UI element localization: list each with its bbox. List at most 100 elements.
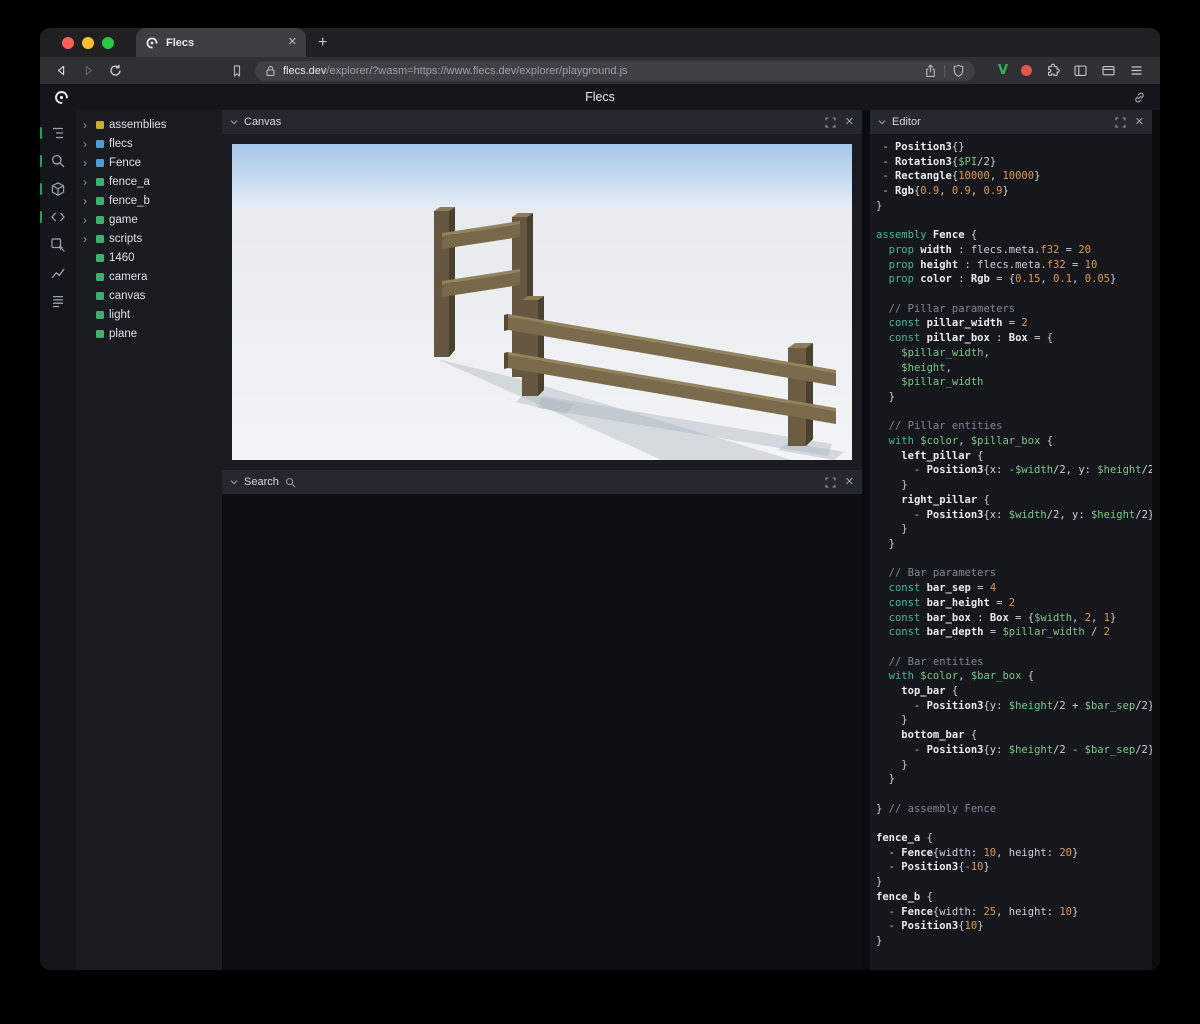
tree-item-assemblies[interactable]: › assemblies bbox=[76, 115, 222, 134]
expand-chevron-icon[interactable]: › bbox=[83, 233, 91, 245]
code-line: // Pillar entities bbox=[888, 420, 1003, 433]
code-line: } bbox=[876, 537, 895, 550]
code-line: } bbox=[876, 758, 908, 771]
search-expand-icon[interactable] bbox=[825, 476, 836, 488]
brave-shields-icon[interactable] bbox=[952, 64, 965, 78]
tree-item-plane[interactable]: ›plane bbox=[76, 324, 222, 343]
new-tab-button[interactable]: + bbox=[318, 34, 327, 51]
app-header: Flecs bbox=[40, 84, 1160, 110]
entity-tree: › assemblies › flecs › Fence › fence_a › fence_b ›… bbox=[76, 110, 222, 970]
forward-button-icon[interactable] bbox=[79, 62, 97, 80]
expand-chevron-icon[interactable]: › bbox=[83, 157, 91, 169]
code-line: - Rotation3{$PI/2} bbox=[876, 155, 997, 168]
tree-item-Fence[interactable]: › Fence bbox=[76, 153, 222, 172]
code-line: } bbox=[876, 199, 883, 212]
tree-item-light[interactable]: ›light bbox=[76, 305, 222, 324]
panel-gap bbox=[862, 110, 870, 970]
editor-expand-icon[interactable] bbox=[1115, 116, 1126, 128]
active-panel-marker bbox=[40, 155, 42, 167]
code-line: } bbox=[876, 714, 908, 727]
code-line: prop width : flecs.meta.f32 = 20 bbox=[888, 243, 1091, 256]
code-line: - Position3{-10} bbox=[876, 861, 990, 874]
code-icon[interactable] bbox=[40, 204, 76, 230]
tree-item-1460[interactable]: ›1460 bbox=[76, 248, 222, 267]
canvas-expand-icon[interactable] bbox=[825, 116, 836, 128]
search-close-icon[interactable]: ✕ bbox=[845, 476, 854, 488]
stats-icon[interactable] bbox=[40, 260, 76, 286]
search-collapse-chevron-icon[interactable] bbox=[230, 478, 238, 486]
expand-chevron-icon[interactable]: › bbox=[83, 138, 91, 150]
share-icon[interactable] bbox=[924, 63, 937, 78]
code-line: - Fence{width: 10, height: 20} bbox=[876, 846, 1079, 859]
entity-kind-swatch bbox=[96, 215, 104, 224]
entity-kind-swatch bbox=[96, 158, 104, 167]
url-text[interactable]: flecs.dev/explorer/?wasm=https://www.fle… bbox=[283, 65, 917, 77]
tree-item-canvas[interactable]: ›canvas bbox=[76, 286, 222, 305]
code-line: fence_b { bbox=[876, 890, 933, 903]
minimize-window-button[interactable] bbox=[82, 36, 94, 49]
tree-item-fence_b[interactable]: › fence_b bbox=[76, 191, 222, 210]
code-line: } bbox=[876, 876, 883, 889]
bookmark-icon[interactable] bbox=[228, 62, 246, 80]
code-line: } bbox=[876, 479, 908, 492]
code-line: - Position3{} bbox=[876, 141, 965, 153]
expand-chevron-icon[interactable]: › bbox=[83, 119, 91, 131]
search-panel-body[interactable] bbox=[222, 494, 862, 970]
canvas-collapse-chevron-icon[interactable] bbox=[230, 118, 238, 126]
menu-hamburger-icon[interactable] bbox=[1129, 63, 1144, 78]
components-icon[interactable] bbox=[40, 176, 76, 202]
tree-item-camera[interactable]: ›camera bbox=[76, 267, 222, 286]
browser-window: Flecs ✕ + flecs.dev/explorer/?wasm=https… bbox=[40, 28, 1160, 970]
lock-icon bbox=[265, 65, 276, 77]
back-button-icon[interactable] bbox=[52, 62, 70, 80]
code-line: const bar_depth = $pillar_width / 2 bbox=[888, 626, 1110, 639]
close-window-button[interactable] bbox=[62, 36, 74, 49]
entity-kind-swatch bbox=[96, 196, 104, 205]
expand-chevron-icon[interactable]: › bbox=[83, 214, 91, 226]
tree-item-flecs[interactable]: › flecs bbox=[76, 134, 222, 153]
code-line: $pillar_width bbox=[901, 376, 984, 389]
extension-cluster: V bbox=[984, 63, 1148, 78]
tab-close-icon[interactable]: ✕ bbox=[288, 37, 297, 48]
entity-kind-swatch bbox=[96, 272, 104, 281]
sidebar-toggle-icon[interactable] bbox=[1073, 63, 1088, 78]
red-extension-icon[interactable] bbox=[1021, 65, 1032, 76]
code-line: // Bar parameters bbox=[888, 567, 997, 580]
icon-strip bbox=[40, 110, 76, 970]
canvas-close-icon[interactable]: ✕ bbox=[845, 116, 854, 128]
editor-code[interactable]: - Position3{} - Rotation3{$PI/2} - Recta… bbox=[870, 134, 1152, 970]
wallet-icon[interactable] bbox=[1101, 63, 1116, 78]
inspector-icon[interactable] bbox=[40, 232, 76, 258]
active-panel-marker bbox=[40, 183, 42, 195]
code-line: - Position3{x: $width/2, y: $height/2} bbox=[876, 508, 1152, 521]
tree-item-scripts[interactable]: › scripts bbox=[76, 229, 222, 248]
entity-kind-swatch bbox=[96, 234, 104, 243]
tree-item-label: 1460 bbox=[109, 251, 135, 264]
editor-collapse-chevron-icon[interactable] bbox=[878, 118, 886, 126]
code-line: const pillar_width = 2 bbox=[888, 317, 1028, 330]
search-icon[interactable] bbox=[40, 148, 76, 174]
canvas-3d-view[interactable] bbox=[222, 134, 862, 470]
entity-tree-icon[interactable] bbox=[40, 120, 76, 146]
browser-tab[interactable]: Flecs ✕ bbox=[136, 28, 306, 57]
traffic-lights bbox=[40, 36, 128, 49]
code-line: } bbox=[876, 773, 895, 786]
url-bar[interactable]: flecs.dev/explorer/?wasm=https://www.fle… bbox=[255, 60, 975, 81]
share-link-icon[interactable] bbox=[1132, 90, 1147, 105]
commands-icon[interactable] bbox=[40, 288, 76, 314]
vimium-extension-icon[interactable]: V bbox=[998, 63, 1008, 78]
code-line: $height, bbox=[901, 361, 952, 374]
tree-item-fence_a[interactable]: › fence_a bbox=[76, 172, 222, 191]
tree-item-game[interactable]: › game bbox=[76, 210, 222, 229]
extensions-puzzle-icon[interactable] bbox=[1045, 63, 1060, 78]
expand-chevron-icon[interactable]: › bbox=[83, 176, 91, 188]
canvas-panel-title: Canvas bbox=[244, 116, 282, 128]
zoom-window-button[interactable] bbox=[102, 36, 114, 49]
expand-chevron-icon[interactable]: › bbox=[83, 195, 91, 207]
url-domain: flecs.dev bbox=[283, 64, 327, 77]
editor-close-icon[interactable]: ✕ bbox=[1135, 116, 1144, 128]
reload-button-icon[interactable] bbox=[106, 62, 124, 80]
search-panel-header: Search ✕ bbox=[222, 470, 862, 494]
